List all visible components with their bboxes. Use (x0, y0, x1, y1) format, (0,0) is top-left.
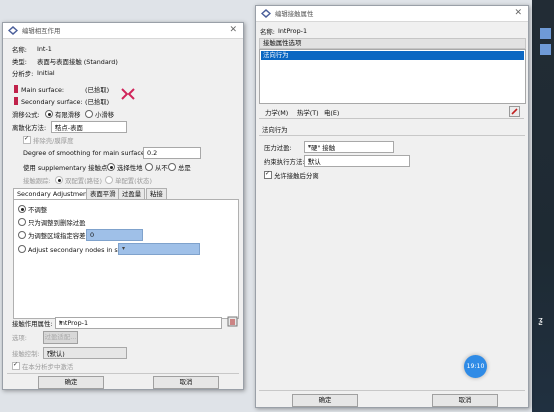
type-value: 表面与表面接触 (Standard) (37, 58, 118, 66)
divider (259, 390, 525, 391)
options-label: 选项: (12, 334, 27, 342)
menu-bar: 力学(M) 热学(T) 电(E) (259, 106, 524, 119)
dialog-title: 编辑接触属性 (275, 10, 314, 18)
name-label: 名称: (260, 28, 275, 36)
tolerance-input[interactable]: 0 (86, 229, 143, 241)
active-in-step-checkbox[interactable]: 在本分析步中激活 (12, 361, 73, 371)
type-label: 类型: (12, 58, 27, 66)
abaqus-logo-icon (261, 9, 271, 18)
discretization-label: 离散化方法: (12, 124, 47, 132)
contact-control-label: 接触控制: (12, 350, 40, 358)
surface-arrow-icon (14, 85, 18, 93)
chevron-down-icon: ▾ (122, 245, 126, 252)
allow-separation-checkbox[interactable]: 允许接触后分离 (264, 170, 319, 180)
smoothing-input[interactable]: 0.2 (143, 147, 201, 159)
cancel-button[interactable]: 取消 (432, 394, 498, 407)
exclude-shell-checkbox[interactable]: 排除壳/膜厚度 (23, 135, 74, 145)
close-icon[interactable]: ✕ (229, 25, 237, 35)
name-value: Int-1 (37, 45, 52, 53)
interference-fit-button[interactable]: 过盈适配... (43, 331, 78, 344)
create-property-icon[interactable] (227, 316, 238, 327)
adjust-tolerance-radio[interactable]: 为调整区域指定容差: (18, 231, 88, 240)
tab-panel: 不调整 只为调整到删除过盈 为调整区域指定容差: 0 Adjust second… (13, 199, 239, 319)
desktop-tile (540, 28, 551, 39)
options-list[interactable]: 法向行为 (259, 49, 526, 104)
menu-electrical[interactable]: 电(E) (324, 108, 339, 117)
desktop-tile (540, 44, 551, 55)
section-title: 法向行为 (262, 126, 288, 134)
adjust-set-radio[interactable]: Adjust secondary nodes in set: (18, 245, 126, 254)
app-logo-icon: ƺ (538, 316, 543, 326)
close-icon[interactable]: ✕ (514, 8, 522, 18)
edit-contact-property-dialog: 编辑接触属性 ✕ 名称: IntProp-1 接触属性选项 法向行为 力学(M)… (255, 5, 529, 408)
chevron-down-icon: ▾ (308, 143, 312, 150)
desktop-background (532, 0, 554, 412)
dialog-titlebar: 编辑接触属性 ✕ (256, 6, 528, 22)
chevron-down-icon: ▾ (47, 349, 51, 356)
abaqus-logo-icon (8, 26, 18, 35)
menu-thermal[interactable]: 热学(T) (297, 108, 319, 117)
supplementary-selective-radio[interactable]: 选择性地 (107, 163, 143, 172)
switch-surfaces-icon[interactable] (121, 88, 135, 100)
edit-interaction-dialog: 编辑相互作用 ✕ 名称: Int-1 类型: 表面与表面接触 (Standard… (2, 22, 244, 390)
sliding-finite-radio[interactable]: 有限滑移 (45, 110, 81, 119)
name-label: 名称: (12, 46, 27, 54)
smoothing-label: Degree of smoothing for main surface: (23, 149, 147, 157)
supplementary-never-radio[interactable]: 从不 (145, 163, 168, 172)
tab-surface-smoothing[interactable]: 表面平滑 (86, 188, 120, 199)
ok-button[interactable]: 确定 (292, 394, 358, 407)
ok-button[interactable]: 确定 (38, 376, 104, 389)
chevron-down-icon: ▾ (59, 319, 63, 326)
dialog-title: 编辑相互作用 (22, 27, 61, 35)
dialog-titlebar: 编辑相互作用 ✕ (3, 23, 243, 39)
tracking-label: 接触跟踪: (23, 177, 51, 185)
time-badge[interactable]: 19:10 (464, 355, 487, 378)
step-label: 分析步: (12, 70, 34, 78)
secondary-surface-row[interactable]: Secondary surface: (14, 97, 83, 106)
options-header: 接触属性选项 (259, 38, 526, 49)
tab-interference[interactable]: 过盈量 (118, 188, 146, 199)
pressure-overclosure-select[interactable]: "硬" 接触 ▾ (304, 141, 394, 153)
divider (259, 135, 525, 136)
tab-bond[interactable]: 粘接 (146, 188, 167, 199)
cancel-button[interactable]: 取消 (153, 376, 219, 389)
surface-arrow-icon (14, 97, 18, 105)
step-value: Initial (37, 69, 55, 77)
secondary-surface-label: Secondary surface: (21, 98, 83, 106)
main-surface-value: (已拾取) (85, 86, 110, 94)
enforcement-label: 约束执行方法: (264, 158, 305, 166)
adjust-set-select[interactable]: ▾ (118, 243, 200, 255)
enforcement-select[interactable]: 默认 ▾ (304, 155, 410, 167)
main-surface-row[interactable]: Main surface: (14, 85, 64, 94)
chevron-down-icon: ▾ (308, 157, 312, 164)
main-surface-label: Main surface: (21, 86, 65, 94)
tracking-path-radio[interactable]: 双配置(路径) (55, 176, 102, 185)
contact-property-select[interactable]: IntProp-1 ▾ (55, 317, 222, 329)
sliding-small-radio[interactable]: 小滑移 (85, 110, 114, 119)
secondary-surface-value: (已拾取) (85, 98, 110, 106)
divider (7, 373, 239, 374)
contact-control-select[interactable]: (默认) ▾ (43, 347, 127, 359)
supplementary-label: 使用 supplementary 接触点: (23, 164, 110, 172)
contact-property-label: 接触作用属性: (12, 320, 53, 328)
adjust-remove-overclosure-radio[interactable]: 只为调整到删除过盈 (18, 218, 86, 227)
supplementary-always-radio[interactable]: 总是 (168, 163, 191, 172)
sliding-label: 滑移公式: (12, 111, 40, 119)
adjust-none-radio[interactable]: 不调整 (18, 205, 47, 214)
name-value: IntProp-1 (278, 27, 308, 35)
pressure-label: 压力过盈: (264, 144, 292, 152)
menu-mechanical[interactable]: 力学(M) (265, 108, 288, 117)
discretization-select[interactable]: 结点-表面 ▾ (51, 121, 127, 133)
chevron-down-icon: ▾ (55, 123, 59, 130)
tracking-state-radio[interactable]: 单配置(状态) (105, 176, 152, 185)
list-item[interactable]: 法向行为 (261, 51, 524, 60)
edit-pencil-icon[interactable] (509, 106, 520, 117)
